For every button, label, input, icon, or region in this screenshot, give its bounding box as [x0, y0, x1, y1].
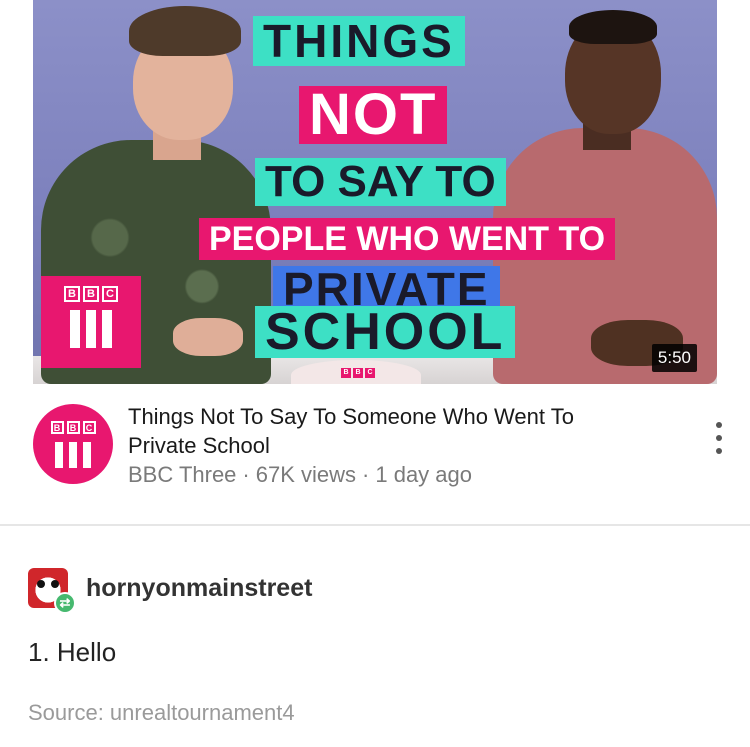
video-meta: B B C Things Not To Say To Someone Who W… — [33, 398, 733, 498]
separator: · — [242, 462, 250, 487]
title-line-6: SCHOOL — [255, 306, 516, 358]
title-line-2: NOT — [299, 86, 448, 144]
divider — [0, 524, 750, 526]
video-title[interactable]: Things Not To Say To Someone Who Went To… — [128, 402, 648, 460]
username[interactable]: hornyonmainstreet — [86, 574, 312, 603]
bbc-three-logo: B B C — [41, 276, 141, 368]
title-line-4: PEOPLE WHO WENT TO — [199, 218, 616, 260]
title-line-3: TO SAY TO — [255, 158, 506, 206]
video-duration: 5:50 — [651, 344, 697, 372]
channel-avatar[interactable]: B B C — [33, 404, 113, 484]
video-thumbnail[interactable]: B B C THINGS NOT TO SAY TO PEOPLE WHO WE… — [33, 0, 717, 384]
post-body: 1. Hello — [28, 637, 117, 667]
post-source[interactable]: Source: unrealtournament4 — [28, 700, 295, 726]
reblog-icon: ⇄ — [54, 592, 76, 614]
channel-name[interactable]: BBC Three — [128, 462, 236, 487]
more-vertical-icon[interactable] — [711, 418, 727, 458]
avatar[interactable]: ⇄ — [28, 568, 76, 614]
reblog-header: ⇄ hornyonmainstreet — [28, 568, 728, 614]
upload-age: 1 day ago — [375, 462, 472, 487]
view-count: 67K views — [255, 462, 357, 487]
video-subtitle: BBC Three · 67K views · 1 day ago — [128, 462, 472, 488]
separator: · — [362, 462, 370, 487]
title-line-1: THINGS — [253, 16, 465, 66]
